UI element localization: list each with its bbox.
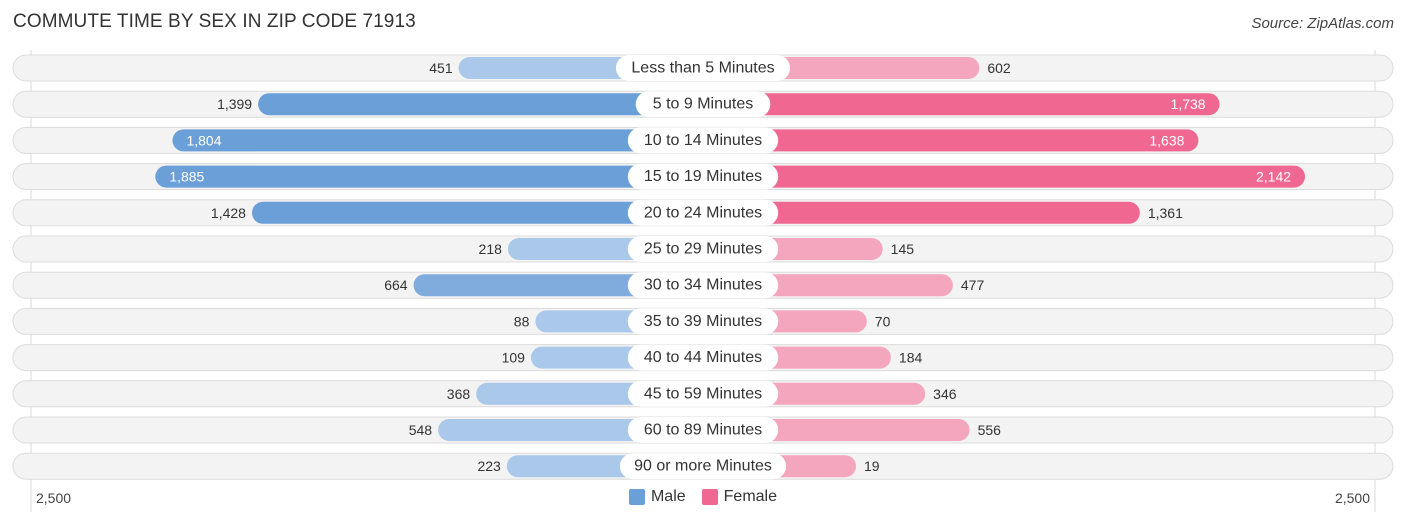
value-label-male: 664 (384, 277, 408, 293)
category-label: Less than 5 Minutes (631, 60, 774, 77)
category-label: 15 to 19 Minutes (644, 168, 762, 185)
bar-female (703, 165, 1306, 188)
value-label-male: 218 (479, 241, 503, 257)
category-label: 45 to 59 Minutes (644, 385, 762, 402)
category-label: 40 to 44 Minutes (644, 349, 762, 366)
category-label: 90 or more Minutes (634, 458, 772, 475)
value-label-male: 88 (514, 313, 530, 329)
value-label-male: 451 (429, 60, 453, 76)
bar-female (703, 93, 1220, 116)
value-label-male: 109 (502, 350, 526, 366)
value-label-male: 223 (477, 458, 501, 474)
value-label-female: 602 (987, 60, 1011, 76)
legend-label-male: Male (650, 488, 686, 505)
value-label-female: 19 (864, 458, 880, 474)
legend: Male Female (0, 488, 1406, 506)
legend-label-female: Female (723, 488, 778, 505)
category-label: 30 to 34 Minutes (644, 277, 762, 294)
value-label-female: 145 (891, 241, 915, 257)
category-label: 60 to 89 Minutes (644, 422, 762, 439)
category-label: 5 to 9 Minutes (653, 96, 754, 113)
value-label-female: 346 (933, 386, 957, 402)
category-label: 25 to 29 Minutes (644, 241, 762, 258)
bar-male (172, 129, 704, 152)
value-label-male: 1,804 (186, 132, 221, 148)
legend-item-male: Male (628, 488, 686, 506)
value-label-female: 184 (899, 350, 923, 366)
value-label-male: 1,885 (169, 169, 204, 185)
value-label-female: 477 (961, 277, 985, 293)
bar-male (155, 165, 703, 188)
value-label-female: 1,738 (1171, 96, 1206, 112)
value-label-female: 1,361 (1148, 205, 1183, 221)
value-label-male: 1,399 (217, 96, 252, 112)
value-label-female: 70 (875, 313, 891, 329)
legend-item-female: Female (701, 488, 778, 506)
value-label-female: 1,638 (1149, 132, 1184, 148)
value-label-male: 1,428 (211, 205, 246, 221)
category-label: 35 to 39 Minutes (644, 313, 762, 330)
value-label-female: 556 (978, 422, 1002, 438)
value-label-female: 2,142 (1256, 169, 1291, 185)
category-label: 20 to 24 Minutes (644, 204, 762, 221)
chart-svg: Less than 5 Minutes 451 602 5 to 9 Minutes 1… (12, 50, 1394, 512)
value-label-male: 548 (409, 422, 433, 438)
value-label-male: 368 (447, 386, 471, 402)
legend-swatch-male (628, 489, 645, 505)
category-label: 10 to 14 Minutes (644, 132, 762, 149)
legend-swatch-female (701, 489, 718, 505)
